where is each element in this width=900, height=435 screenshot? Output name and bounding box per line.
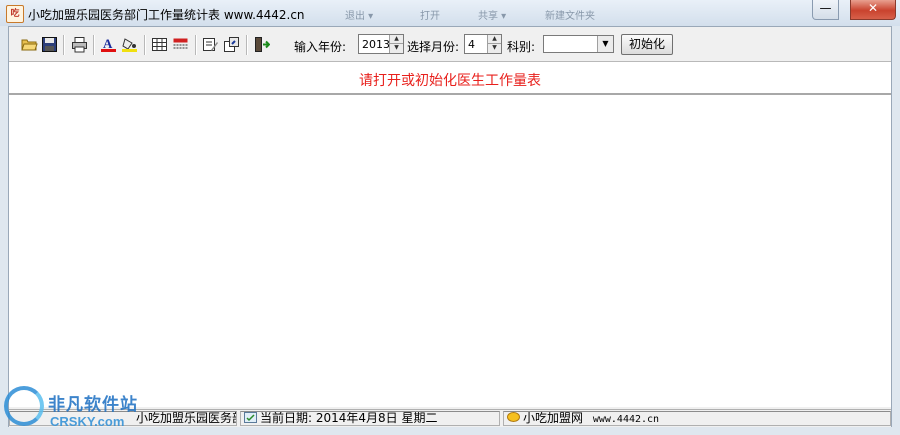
month-stepper-arrows[interactable]: ▲ ▼ bbox=[487, 35, 501, 53]
chevron-down-icon[interactable]: ▼ bbox=[488, 44, 501, 52]
month-label: 选择月份: bbox=[407, 40, 460, 54]
watermark-title: 非凡软件站 bbox=[48, 395, 138, 415]
department-label: 科别: bbox=[507, 40, 536, 54]
ghost-menu-text: 退出 ▾ bbox=[345, 11, 374, 22]
message-bar: 请打开或初始化医生工作量表 bbox=[9, 62, 891, 95]
main-window: A 输入年份: 2013 ▲ ▼ 选择月份: 4 ▲ ▼ 科别: ▼ 初始化 请… bbox=[8, 26, 892, 427]
status-current-date: 当前日期: 2014年4月8日 星期二 bbox=[260, 411, 438, 425]
toolbar-separator bbox=[195, 35, 197, 55]
chevron-down-icon[interactable]: ▼ bbox=[597, 36, 613, 52]
chevron-up-icon[interactable]: ▲ bbox=[488, 35, 501, 44]
status-panel-date: 当前日期: 2014年4月8日 星期二 bbox=[240, 411, 500, 426]
toolbar-separator bbox=[144, 35, 146, 55]
app-icon: 吃 bbox=[6, 5, 24, 23]
department-select[interactable]: ▼ bbox=[543, 35, 614, 53]
export-icon[interactable] bbox=[223, 36, 240, 53]
status-site-url[interactable]: www.4442.cn bbox=[593, 414, 659, 425]
ghost-menu-text: 打开 bbox=[420, 11, 440, 22]
exit-icon[interactable] bbox=[253, 36, 271, 53]
year-label: 输入年份: bbox=[294, 40, 347, 54]
print-icon[interactable] bbox=[71, 36, 88, 53]
year-value: 2013 bbox=[362, 38, 390, 51]
worksheet-area[interactable] bbox=[9, 95, 891, 407]
font-color-icon[interactable]: A bbox=[100, 36, 117, 53]
table-icon[interactable] bbox=[151, 36, 168, 53]
toolbar-separator bbox=[246, 35, 248, 55]
ghost-menu-text: 共享 ▾ bbox=[478, 11, 507, 22]
toolbar-separator bbox=[63, 35, 65, 55]
window-title: 小吃加盟乐园医务部门工作量统计表 www.4442.cn bbox=[28, 8, 305, 22]
initialize-button[interactable]: 初始化 bbox=[621, 34, 673, 55]
toolbar: A 输入年份: 2013 ▲ ▼ 选择月份: 4 ▲ ▼ 科别: ▼ 初始化 bbox=[9, 27, 891, 62]
month-stepper[interactable]: 4 ▲ ▼ bbox=[464, 34, 502, 54]
close-button[interactable]: ✕ bbox=[850, 0, 896, 20]
ghost-menu-text: 新建文件夹 bbox=[545, 11, 595, 22]
status-panel-site: 小吃加盟网 www.4442.cn bbox=[503, 411, 891, 426]
chat-bubble-icon bbox=[507, 412, 520, 422]
year-stepper-arrows[interactable]: ▲ ▼ bbox=[389, 35, 403, 53]
chevron-up-icon[interactable]: ▲ bbox=[390, 35, 403, 44]
toolbar-separator bbox=[93, 35, 95, 55]
watermark-logo: 非凡软件站 CRSKY.com bbox=[0, 382, 152, 435]
globe-icon bbox=[4, 386, 44, 426]
minimize-button[interactable]: — bbox=[812, 0, 839, 20]
title-bar: 吃 小吃加盟乐园医务部门工作量统计表 www.4442.cn 退出 ▾ 打开 共… bbox=[0, 0, 900, 26]
year-stepper[interactable]: 2013 ▲ ▼ bbox=[358, 34, 404, 54]
save-icon[interactable] bbox=[41, 36, 58, 53]
status-site-name: 小吃加盟网 bbox=[523, 411, 584, 425]
open-folder-icon[interactable] bbox=[21, 36, 38, 53]
status-message: 请打开或初始化医生工作量表 bbox=[359, 73, 541, 89]
chevron-down-icon[interactable]: ▼ bbox=[390, 44, 403, 52]
month-value: 4 bbox=[468, 38, 475, 51]
edit-icon[interactable] bbox=[202, 36, 219, 53]
calendar-icon bbox=[244, 412, 257, 423]
fill-color-icon[interactable] bbox=[121, 36, 138, 53]
grid-icon[interactable] bbox=[172, 36, 189, 53]
svg-text:A: A bbox=[103, 36, 113, 51]
watermark-domain: CRSKY.com bbox=[50, 414, 125, 429]
